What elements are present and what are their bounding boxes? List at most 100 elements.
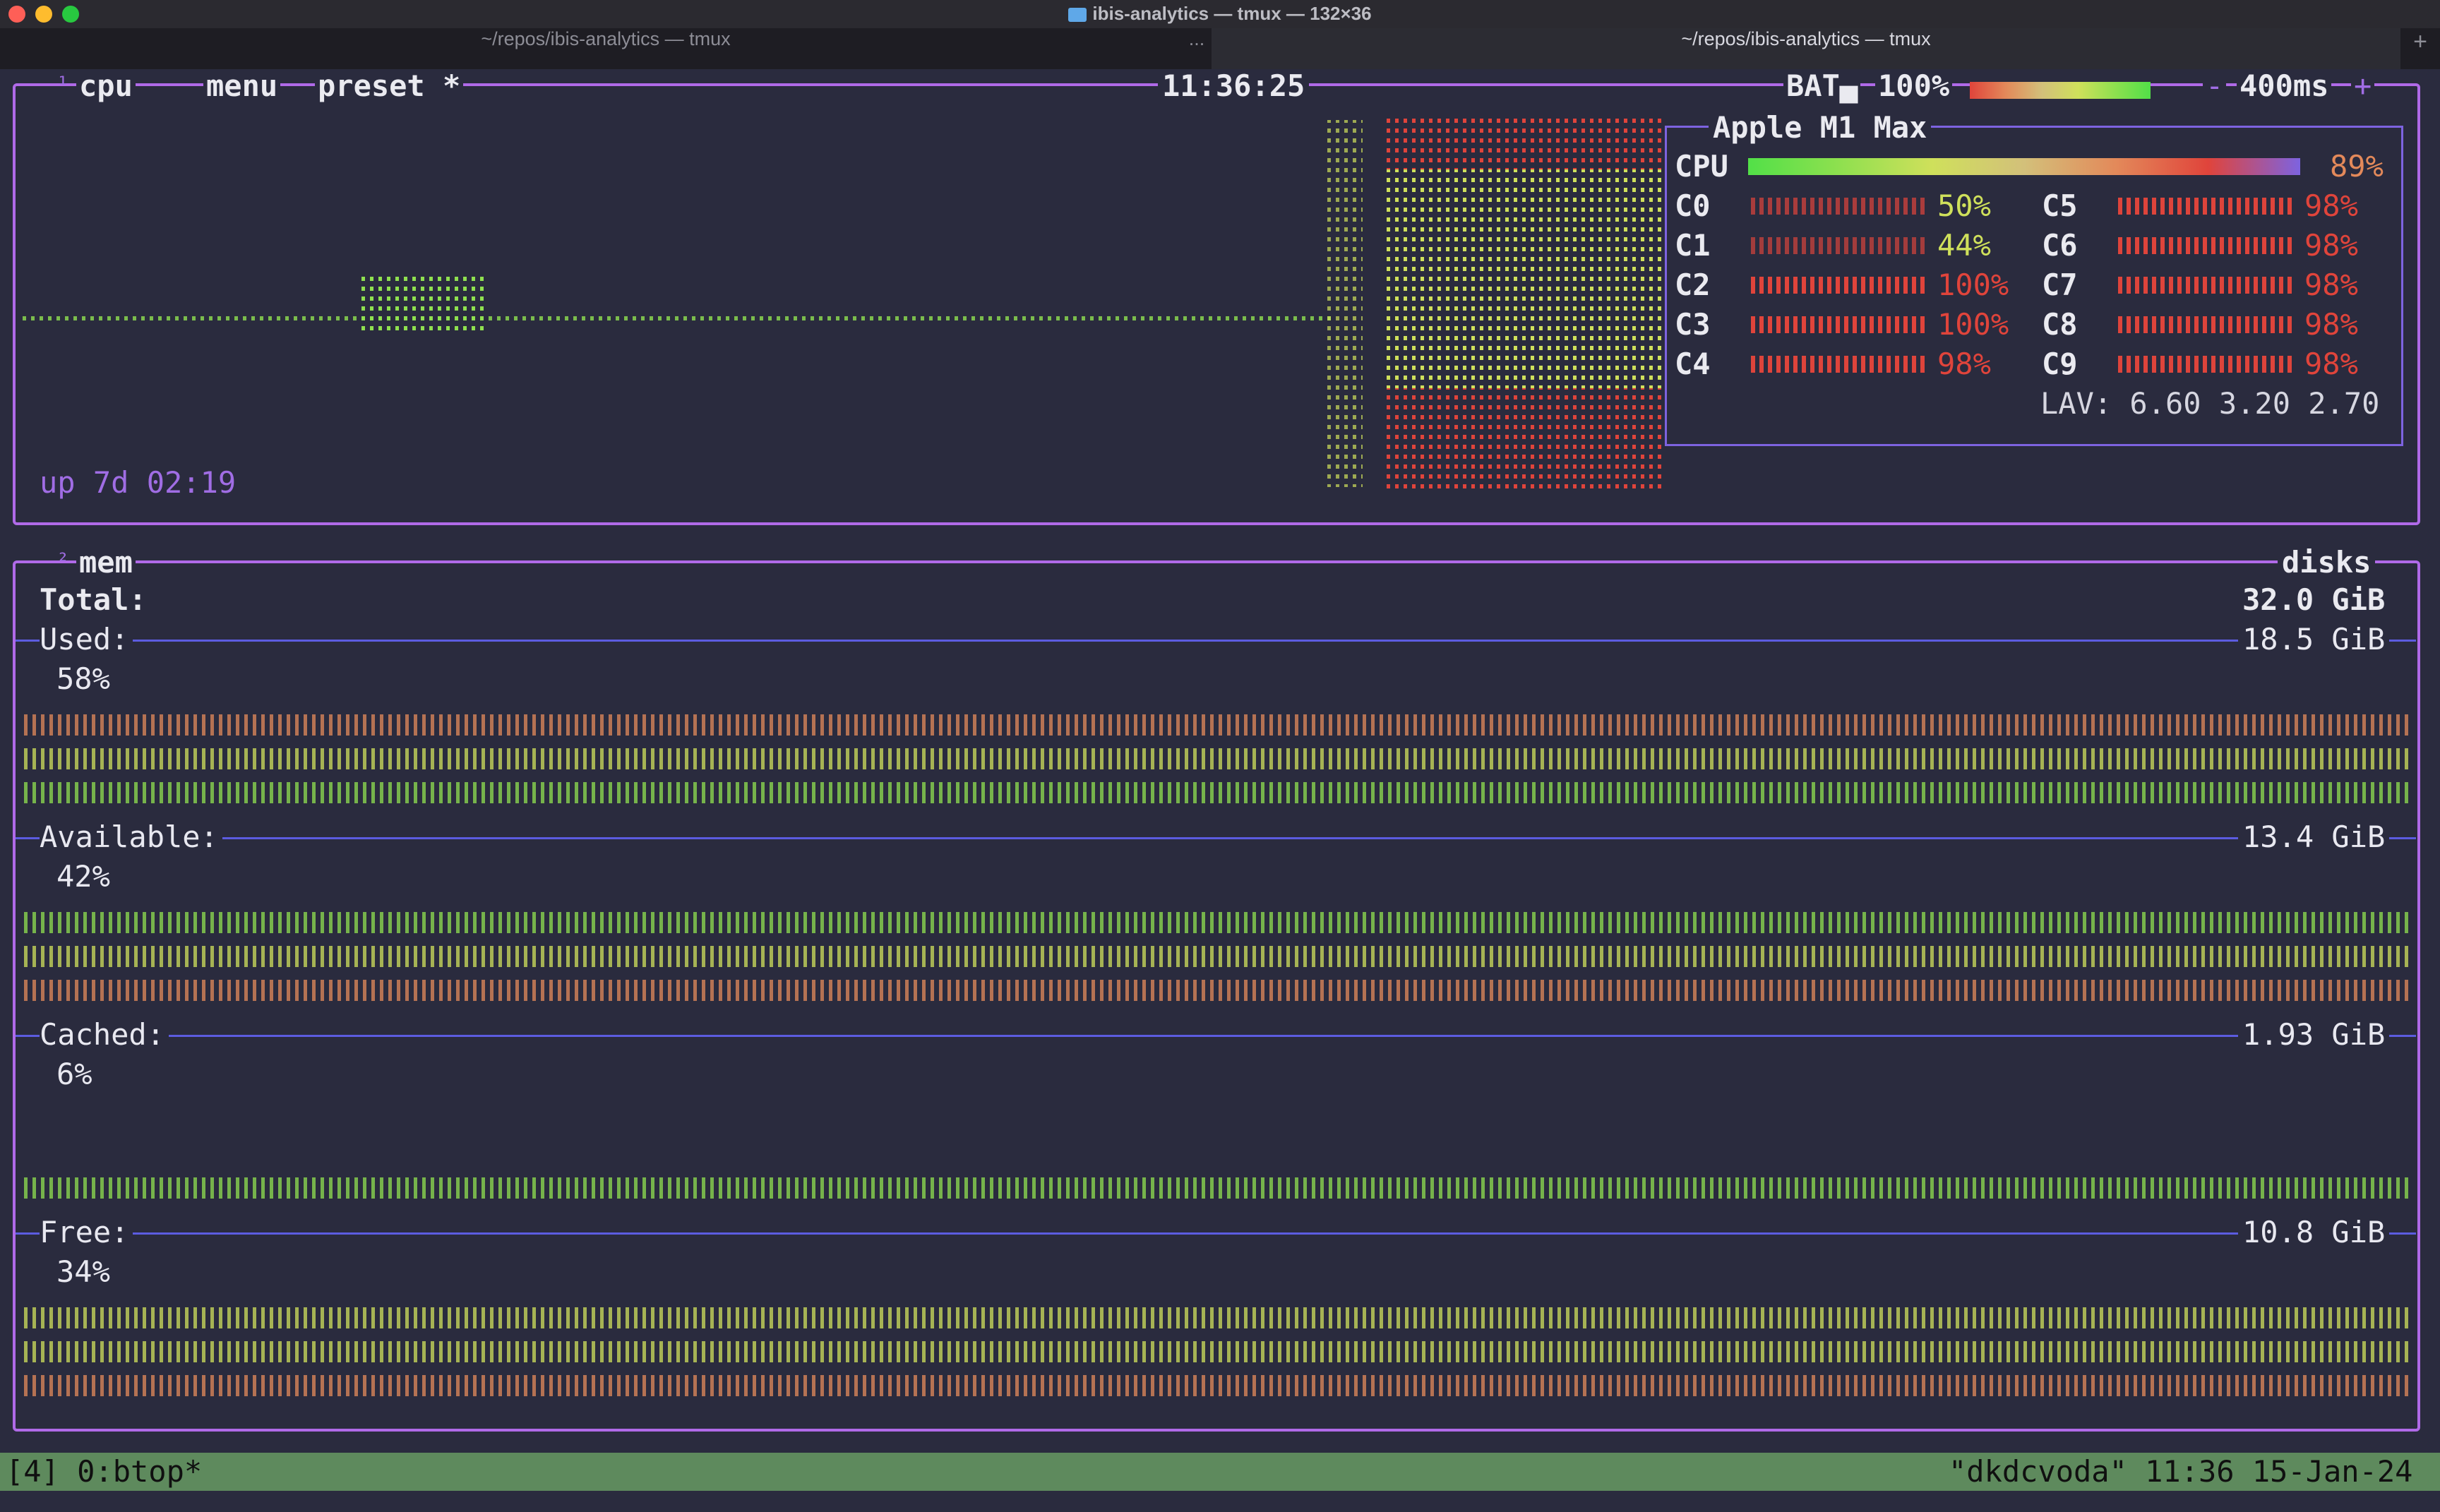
cpu-core-name: C8: [2042, 307, 2078, 342]
cpu-box-title[interactable]: cpu: [76, 69, 136, 103]
cpu-core-percent: 98%: [2304, 307, 2358, 342]
cpu-graph-baseline-upper: [21, 291, 1334, 296]
mem-row-percent: 58%: [56, 661, 110, 696]
cpu-core-meter: [2118, 316, 2295, 333]
refresh-rate: 400ms: [2237, 69, 2332, 103]
cpu-core-percent: 98%: [2304, 228, 2358, 263]
cpu-total-percent: 89%: [2330, 149, 2384, 184]
preset-button[interactable]: preset *: [315, 69, 464, 103]
menu-button[interactable]: menu: [203, 69, 281, 103]
cpu-core-name: C7: [2042, 268, 2078, 302]
cpu-core-name: C6: [2042, 228, 2078, 263]
cpu-total-meter: [1748, 158, 2300, 175]
mem-box-number: ²: [56, 549, 70, 574]
cpu-box-number: ¹: [56, 73, 70, 97]
cpu-core-meter: [1751, 237, 1927, 254]
mem-row-graph: [24, 1307, 2410, 1413]
cpu-graph-baseline-lower: [21, 316, 1334, 322]
cpu-core-name: C9: [2042, 347, 2078, 381]
cpu-core-percent: 50%: [1937, 188, 1991, 223]
mem-graph-band: [24, 1341, 2410, 1362]
mem-row-percent: 42%: [56, 859, 110, 894]
cpu-core-meter: [1751, 356, 1927, 373]
mem-graph-band: [24, 912, 2410, 933]
battery-percent: 100%: [1875, 69, 1953, 103]
tab-bar: ~/repos/ibis-analytics — tmux ... ~/repo…: [0, 28, 2440, 69]
mem-graph-band: [24, 748, 2410, 769]
cpu-core-percent: 98%: [1937, 347, 1991, 381]
refresh-decrease-button[interactable]: -: [2203, 69, 2227, 103]
cpu-total-label: CPU: [1675, 149, 1728, 184]
cpu-model: Apple M1 Max: [1709, 111, 1932, 145]
mem-graph-band: [24, 1177, 2410, 1199]
cpu-core-percent: 100%: [1937, 307, 2009, 342]
load-average: LAV: 6.60 3.20 2.70: [2040, 386, 2380, 421]
mem-graph-band: [24, 714, 2410, 736]
cpu-core-name: C2: [1675, 268, 1711, 302]
clock: 11:36:25: [1158, 69, 1310, 103]
mem-row-percent: 6%: [56, 1057, 92, 1091]
mem-graph-band: [24, 1375, 2410, 1396]
window-title: ibis-analytics — tmux — 132×36: [0, 3, 2440, 25]
battery-label: BAT▄: [1783, 69, 1861, 103]
tmux-window-list[interactable]: [4] 0:btop*: [6, 1453, 202, 1491]
tab-2[interactable]: ~/repos/ibis-analytics — tmux: [1212, 28, 2400, 69]
mem-row-value: 13.4 GiB: [2238, 820, 2390, 854]
cpu-core-meter: [2118, 198, 2295, 215]
cpu-core-percent: 98%: [2304, 188, 2358, 223]
cpu-core-name: C4: [1675, 347, 1711, 381]
cpu-core-percent: 98%: [2304, 268, 2358, 302]
battery-meter-fill: [1970, 82, 2151, 99]
cpu-core-meter: [2118, 237, 2295, 254]
cpu-graph-ramp: [1327, 120, 1363, 487]
mem-row-divider: [16, 640, 2416, 642]
mem-row-value: 18.5 GiB: [2238, 623, 2390, 656]
refresh-increase-button[interactable]: +: [2351, 69, 2375, 103]
cpu-core-meter: [2118, 277, 2295, 294]
mem-row-divider: [16, 1035, 2416, 1037]
mem-row-graph: [24, 714, 2410, 820]
cpu-core-name: C3: [1675, 307, 1711, 342]
mem-row-percent: 34%: [56, 1254, 110, 1289]
cpu-graph-high-load-mid: [1384, 169, 1666, 388]
new-tab-button[interactable]: +: [2400, 28, 2440, 69]
cpu-core-percent: 44%: [1937, 228, 1991, 263]
mem-total-label: Total:: [40, 582, 147, 617]
battery-meter: [1970, 82, 2151, 99]
mem-graph-band: [24, 980, 2410, 1001]
mem-box-title[interactable]: mem: [76, 546, 136, 580]
mem-total-value: 32.0 GiB: [2242, 582, 2386, 617]
cpu-usage-graph: [21, 113, 1666, 494]
cpu-core-name: C5: [2042, 188, 2078, 223]
cpu-core-percent: 100%: [1937, 268, 2009, 302]
mem-row-label: Cached:: [40, 1018, 169, 1052]
mem-row-value: 10.8 GiB: [2238, 1216, 2390, 1249]
folder-icon: [1068, 8, 1087, 22]
mem-row-value: 1.93 GiB: [2238, 1018, 2390, 1052]
cpu-core-meter: [1751, 198, 1927, 215]
mem-row-graph: [24, 1110, 2410, 1216]
mem-row-graph: [24, 912, 2410, 1018]
tab-1[interactable]: ~/repos/ibis-analytics — tmux: [0, 28, 1212, 69]
mem-graph-band: [24, 782, 2410, 803]
mem-graph-band: [24, 1307, 2410, 1328]
cpu-core-name: C0: [1675, 188, 1711, 223]
cpu-graph-high-load-top: [1384, 113, 1666, 169]
cpu-core-percent: 98%: [2304, 347, 2358, 381]
mem-row-label: Free:: [40, 1216, 133, 1249]
cpu-graph-high-load-bottom: [1384, 388, 1666, 494]
mem-row-label: Available:: [40, 820, 222, 854]
uptime: up 7d 02:19: [40, 465, 237, 500]
mem-row-label: Used:: [40, 623, 133, 656]
mem-row-divider: [16, 1232, 2416, 1235]
cpu-graph-spike: [360, 275, 487, 332]
mem-row-divider: [16, 837, 2416, 839]
cpu-core-name: C1: [1675, 228, 1711, 263]
tab-overflow-indicator: ...: [1188, 28, 1205, 49]
tmux-status-right: "dkdcvoda" 11:36 15-Jan-24: [1949, 1454, 2413, 1489]
disks-toggle[interactable]: disks: [2278, 546, 2376, 580]
cpu-core-meter: [2118, 356, 2295, 373]
window-titlebar: ibis-analytics — tmux — 132×36: [0, 0, 2440, 29]
cpu-core-meter: [1751, 316, 1927, 333]
cpu-core-meter: [1751, 277, 1927, 294]
